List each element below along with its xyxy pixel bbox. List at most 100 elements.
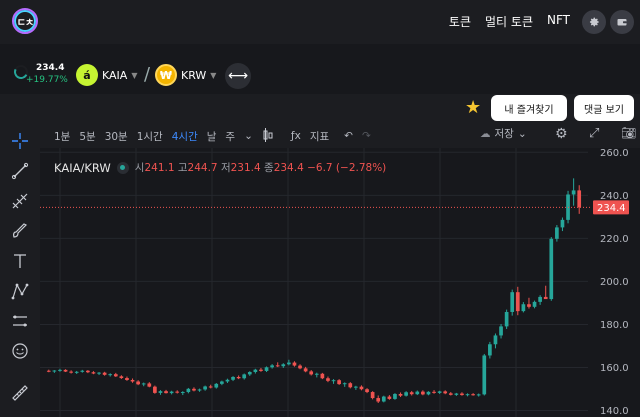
candle-body: [510, 292, 515, 312]
trend-line-tool[interactable]: [9, 160, 31, 182]
mini-change: +19.77%: [26, 75, 68, 85]
crosshair-tool[interactable]: [9, 130, 31, 152]
nav-item-nft[interactable]: NFT: [547, 13, 570, 30]
candle-body: [214, 383, 219, 388]
candle-body: [348, 383, 353, 388]
candle-body: [354, 386, 358, 388]
favorites-button[interactable]: 내 즐겨찾기: [491, 95, 567, 121]
mini-price: 234.4: [36, 63, 65, 73]
base-symbol: KAIA: [102, 68, 128, 82]
star-icon[interactable]: ★: [465, 97, 481, 118]
candle-body: [175, 391, 180, 393]
timeframe-30m[interactable]: 30분: [105, 129, 128, 144]
base-token-select[interactable]: á KAIA ▼: [76, 64, 137, 86]
candle-body: [192, 388, 196, 391]
ruler-icon: [12, 385, 28, 401]
candle-body: [571, 190, 576, 195]
timeframe-4h[interactable]: 4시간: [172, 129, 198, 144]
brush-tool[interactable]: [9, 220, 31, 242]
kaia-token-icon: á: [76, 64, 98, 86]
wallet-icon: [617, 19, 627, 26]
cloud-icon: ☁: [480, 127, 491, 140]
text-tool[interactable]: [9, 250, 31, 272]
timeframe-week[interactable]: 주: [225, 129, 235, 144]
top-navigation: ㄷㅊ 토큰 멀티 토큰 NFT: [0, 0, 640, 44]
candle-body: [164, 391, 168, 394]
drawing-toolbar: [0, 124, 40, 417]
legend-close-label: 종: [264, 162, 274, 174]
candle-body: [342, 383, 347, 385]
candle-body: [242, 374, 247, 379]
candle-body: [482, 355, 487, 395]
candle-body: [521, 304, 526, 312]
candle-body: [543, 296, 548, 300]
price-chart[interactable]: 140.0 160.0 180.0 200.0 220.0 240.0 260.0 234.4: [40, 148, 640, 417]
candle-body: [102, 372, 107, 375]
ruler-tool[interactable]: [9, 382, 31, 404]
candlestick-type-icon[interactable]: [262, 127, 274, 145]
chevron-down-icon: ⌄: [517, 127, 527, 140]
fullscreen-button[interactable]: ⤢: [589, 126, 599, 141]
candle-body: [153, 386, 157, 393]
candle-body: [409, 392, 414, 395]
candle-body: [337, 380, 341, 385]
emoji-tool[interactable]: [9, 340, 31, 362]
candle-body: [125, 378, 129, 380]
candle-body: [253, 369, 258, 373]
save-button[interactable]: ☁ 저장 ⌄: [480, 126, 527, 141]
quote-token-select[interactable]: ₩ KRW ▼: [155, 64, 216, 86]
timeframe-5m[interactable]: 5분: [79, 129, 95, 144]
chevron-down-icon[interactable]: ⌄: [244, 130, 253, 142]
camera-icon: 📷︎: [621, 126, 637, 140]
candle-body: [471, 394, 475, 396]
legend-open-label: 시: [134, 162, 145, 174]
candle-body: [320, 373, 325, 379]
crosshair-icon: [12, 133, 28, 149]
fib-tool[interactable]: [9, 190, 31, 212]
timeframe-1h[interactable]: 1시간: [137, 129, 163, 144]
candle-body: [387, 396, 392, 399]
timeframe-day[interactable]: 날: [207, 129, 217, 144]
candle-body: [108, 374, 113, 376]
candle-body: [515, 292, 520, 312]
y-axis-tick-label: 220.0: [600, 234, 629, 245]
gear-icon: [589, 17, 599, 27]
legend-low: 231.4: [230, 162, 261, 174]
undo-icon[interactable]: ↶: [344, 130, 353, 142]
indicators-label[interactable]: 지표: [310, 129, 329, 144]
indicators-icon[interactable]: ƒx: [291, 130, 301, 142]
candle-body: [460, 393, 464, 396]
trend-line-icon: [11, 162, 29, 180]
pattern-tool[interactable]: [9, 280, 31, 302]
candle-body: [298, 365, 302, 369]
wallet-button[interactable]: [610, 10, 634, 34]
candle-body: [504, 311, 509, 327]
chart-settings-button[interactable]: ⚙: [555, 126, 568, 142]
screenshot-button[interactable]: 📷︎: [621, 126, 636, 140]
timeframe-1m[interactable]: 1분: [54, 129, 70, 144]
candle-body: [63, 369, 68, 372]
candle-body: [415, 391, 420, 395]
pair-separator: /: [144, 64, 151, 85]
candle-body: [421, 391, 425, 395]
measure-icon: [13, 315, 27, 327]
candle-body: [236, 376, 241, 379]
app-logo[interactable]: ㄷㅊ: [12, 8, 38, 34]
swap-pair-button[interactable]: ⟷: [225, 63, 251, 89]
live-status-dot: [116, 161, 129, 174]
candle-body: [331, 380, 336, 382]
settings-button[interactable]: [582, 10, 606, 34]
candle-body: [499, 326, 503, 336]
comments-button[interactable]: 댓글 보기: [574, 95, 634, 121]
nav-item-token[interactable]: 토큰: [449, 13, 471, 30]
chevron-down-icon: ▼: [210, 70, 217, 80]
y-axis-tick-label: 180.0: [600, 320, 629, 331]
legend-low-label: 저: [220, 162, 231, 174]
candle-body: [197, 389, 202, 391]
nav-item-multi-token[interactable]: 멀티 토큰: [485, 13, 533, 30]
candle-body: [231, 376, 235, 380]
candle-body: [259, 369, 263, 371]
smiley-icon: [12, 343, 28, 359]
redo-icon[interactable]: ↷: [362, 130, 371, 142]
measure-tool[interactable]: [9, 310, 31, 332]
